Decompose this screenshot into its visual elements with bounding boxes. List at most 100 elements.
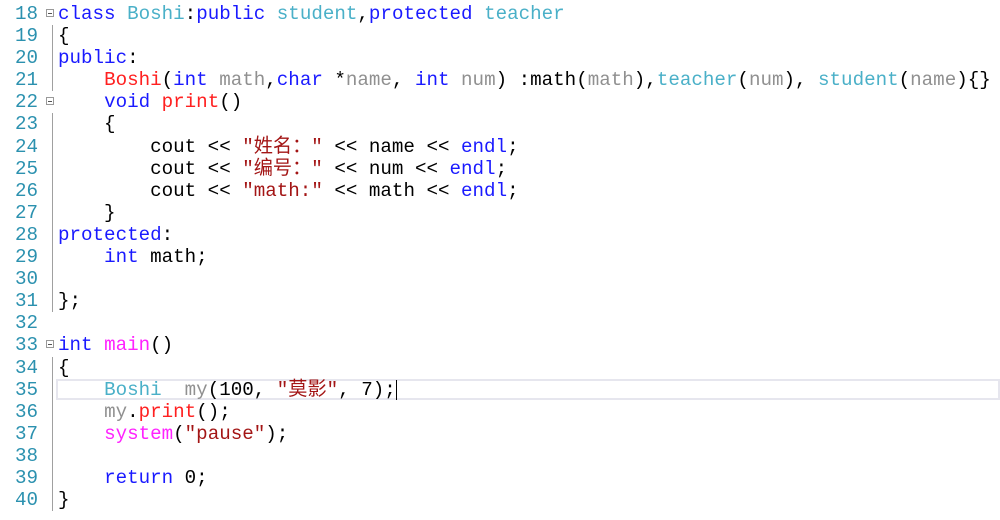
token: public [58, 47, 128, 70]
fold-guide [52, 25, 53, 48]
code-text: }; [58, 290, 81, 312]
token: Boshi [104, 378, 185, 401]
line-number: 27 [14, 201, 38, 224]
fold-guide [52, 69, 53, 92]
code-line[interactable]: 34 { [0, 356, 1000, 379]
token: class [58, 3, 128, 25]
code-text: cout << "math:" << math << endl; [58, 180, 519, 202]
token: , [265, 69, 277, 92]
fold-guide [52, 135, 53, 158]
code-line[interactable]: 35 Boshi my(100, "莫影", 7); [0, 378, 1000, 401]
token: ; [495, 157, 508, 180]
code-line[interactable]: 21 Boshi(int math,char *name, int num) :… [0, 69, 1000, 92]
code-line[interactable]: 22 void print() [0, 91, 1000, 113]
line-number: 35 [14, 378, 38, 401]
code-text: my.print(); [58, 401, 231, 423]
token: int [58, 334, 105, 357]
code-line[interactable]: 39 return 0; [0, 466, 1000, 490]
token: student [276, 3, 358, 25]
token: protected [58, 223, 162, 246]
code-line[interactable]: 30 [0, 268, 1000, 291]
line-number: 23 [14, 113, 38, 136]
collapse-icon[interactable] [46, 340, 54, 349]
fold-guide [52, 246, 53, 269]
token: << math << [322, 179, 462, 202]
token: ); [265, 422, 289, 445]
token: "pause" [184, 422, 266, 445]
code-text: class Boshi:public student,protected tea… [58, 3, 565, 25]
collapse-icon[interactable] [46, 97, 54, 106]
line-number: 34 [14, 356, 38, 379]
token: ( [173, 422, 185, 445]
code-text: { [58, 113, 116, 135]
code-line[interactable]: 38 [0, 444, 1000, 467]
line-number: 28 [14, 223, 38, 246]
code-line[interactable]: 28 protected: [0, 223, 1000, 247]
collapse-icon[interactable] [46, 9, 54, 17]
code-line[interactable]: 25 cout << "编号：" << num << endl; [0, 157, 1000, 180]
token: char [276, 69, 335, 92]
code-text: system("pause"); [58, 423, 288, 445]
code-line[interactable]: 31}; [0, 290, 1000, 313]
line-number: 24 [14, 135, 38, 158]
code-line[interactable]: 33 int main() [0, 334, 1000, 356]
fold-guide [52, 290, 53, 313]
token: ) :math( [495, 69, 588, 92]
token: cout << [58, 135, 243, 158]
token: num [461, 69, 496, 92]
code-line[interactable]: 23 { [0, 113, 1000, 136]
code-line[interactable]: 18 class Boshi:public student,protected t… [0, 3, 1000, 25]
token: , 7); [338, 378, 396, 401]
token: main [104, 334, 151, 357]
token: , [357, 3, 369, 25]
code-text: } [58, 489, 70, 511]
code-line[interactable]: 26 cout << "math:" << math << endl; [0, 179, 1000, 202]
token: { [58, 25, 70, 48]
token: << name << [322, 135, 462, 158]
fold-guide [52, 179, 53, 202]
fold-guide [52, 489, 53, 512]
code-line[interactable]: 24 cout << "姓名：" << name << endl; [0, 135, 1000, 158]
token: print [138, 400, 197, 423]
code-line[interactable]: 20 public: [0, 47, 1000, 70]
token: public [196, 3, 277, 25]
code-text: cout << "姓名：" << name << endl; [58, 135, 519, 158]
token: endl [461, 179, 508, 202]
line-number: 38 [14, 444, 38, 467]
line-number: 19 [14, 25, 38, 48]
code-line[interactable]: 29 int math; [0, 246, 1000, 269]
fold-guide [52, 422, 53, 445]
code-text: { [58, 357, 70, 379]
code-editor[interactable]: 18 class Boshi:public student,protected t… [0, 3, 1000, 512]
token: () [219, 91, 243, 114]
code-line[interactable]: 36 my.print(); [0, 400, 1000, 423]
line-number: 31 [14, 290, 38, 313]
token: cout << [58, 157, 243, 180]
code-line[interactable]: 37 system("pause"); [0, 422, 1000, 445]
code-text: Boshi my(100, "莫影", 7); [58, 379, 397, 401]
token: { [58, 356, 70, 379]
code-line[interactable]: 32 [0, 312, 1000, 334]
code-line[interactable]: 27 } [0, 201, 1000, 224]
token: my [184, 378, 208, 401]
token: : [184, 3, 197, 25]
line-number: 33 [14, 334, 38, 357]
code-text: { [58, 25, 70, 47]
code-text: void print() [58, 91, 242, 113]
token: ; [507, 135, 519, 158]
fold-guide [52, 223, 53, 247]
line-number: 36 [14, 400, 38, 423]
line-number: 26 [14, 179, 38, 202]
code-line[interactable]: 40} [0, 489, 1000, 512]
token: endl [449, 157, 496, 180]
token: void [104, 91, 162, 114]
token: } [58, 201, 116, 224]
token: teacher [484, 3, 565, 25]
code-line[interactable]: 19 { [0, 25, 1000, 48]
line-number: 40 [14, 489, 38, 512]
